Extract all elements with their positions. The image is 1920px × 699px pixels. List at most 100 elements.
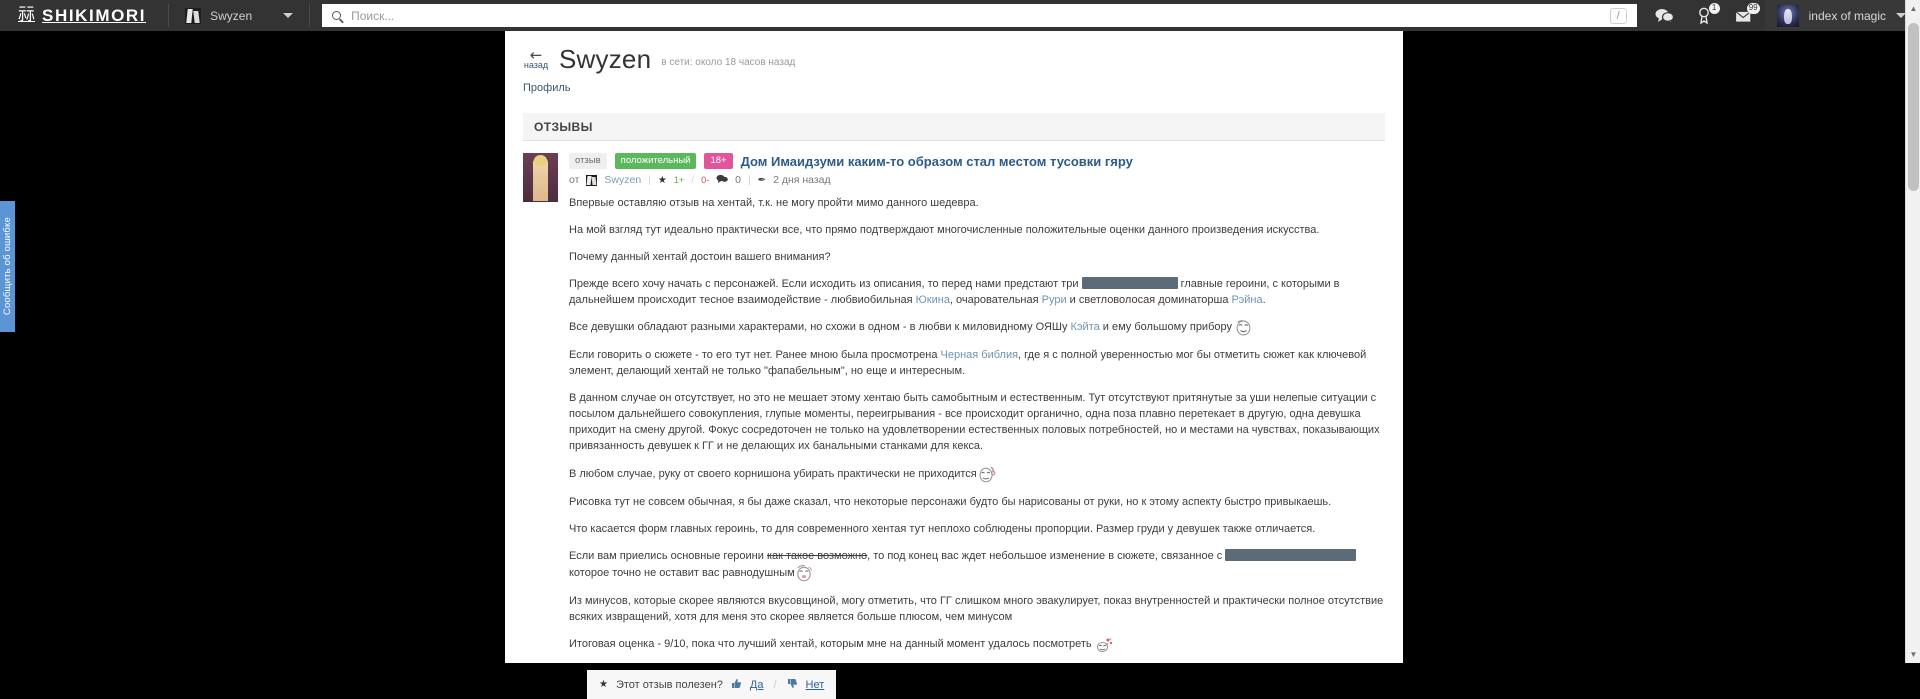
search-icon [332, 11, 342, 20]
messages-badge: 99 [1746, 3, 1760, 14]
blush-emoticon-icon [795, 564, 814, 582]
review-title-link[interactable]: Дом Имаидзуми каким-то образом стал мест… [741, 154, 1133, 169]
review-paragraph: На мой взгляд тут идеально практически в… [569, 224, 1320, 236]
divider: | [648, 174, 651, 186]
top-icon-group: 1 99 [1645, 0, 1765, 31]
comment-icon [716, 174, 728, 186]
profile-header: ← назад Swyzen в сети: около 18 часов на… [505, 31, 1403, 96]
text-fragment: Все девушки обладают разными характерами… [569, 321, 1071, 333]
search-input[interactable] [349, 7, 1602, 24]
character-link-yukina[interactable]: Юкина [916, 294, 950, 306]
tab-profile[interactable]: Профиль [523, 82, 571, 94]
divider [309, 4, 311, 27]
review-body: отзыв положительный 18+ Дом Имаидзуми ка… [569, 153, 1385, 699]
smiley-emoticon-icon [1235, 319, 1252, 336]
search-box[interactable]: / [322, 4, 1637, 27]
notifications-icon[interactable]: 1 [1685, 0, 1725, 31]
back-label: назад [523, 60, 549, 70]
review-paragraph-score: Итоговая оценка - 9/10, пока что лучший … [569, 636, 1385, 653]
user-menu-label: Swyzen [210, 8, 253, 23]
review-paragraph: Из минусов, которые скорее являются вкус… [569, 595, 1384, 623]
text-fragment: Итоговая оценка - 9/10, пока что лучший … [569, 638, 1092, 650]
account-name-label: index of magic [1808, 8, 1886, 23]
scrollbar-thumb[interactable] [1908, 23, 1919, 191]
avatar [1776, 4, 1799, 27]
helpful-yes-link[interactable]: Да [750, 679, 764, 691]
account-menu-button[interactable]: index of magic [1764, 0, 1920, 31]
review-paragraph: Рисовка тут не совсем обычная, я бы даже… [569, 496, 1332, 508]
review-paragraph: Почему данный хентай достоин вашего вним… [569, 251, 831, 263]
page-title: Swyzen [559, 44, 652, 74]
site-logo[interactable]: 祘 SHIKIMORI [0, 0, 168, 31]
page-scrollbar[interactable]: ▲ ▼ [1905, 0, 1920, 663]
top-navigation-bar: 祘 SHIKIMORI Swyzen / [0, 0, 1920, 31]
text-fragment: , очаровательная [949, 294, 1042, 306]
text-fragment: и ему большому прибору [1099, 321, 1236, 333]
chevron-down-icon [283, 13, 294, 18]
pen-icon: ✒ [757, 174, 767, 186]
text-fragment: Если говорить о сюжете - то его тут нет.… [569, 349, 941, 361]
review-item: отзыв положительный 18+ Дом Имаидзуми ка… [523, 153, 1385, 699]
helpful-no-link[interactable]: Нет [806, 679, 825, 691]
text-fragment: В любом случае, руку от своего корнишона… [569, 468, 977, 480]
review-paragraph-characters: Прежде всего хочу начать с персонажей. Е… [569, 276, 1385, 308]
site-logo-text: SHIKIMORI [42, 5, 147, 25]
search-hotkey-hint: / [1609, 7, 1627, 24]
page-body: Сообщить об ошибке ← назад Swyzen в сети… [0, 31, 1920, 699]
arrow-left-icon: ← [529, 46, 543, 64]
helpful-question: Этот отзыв полезен? [615, 678, 723, 691]
profile-title-row: ← назад Swyzen в сети: около 18 часов на… [523, 45, 1385, 73]
strikethrough-text: как такое возможно [766, 550, 868, 562]
thumbs-up-icon[interactable] [731, 678, 742, 691]
text-fragment: Прежде всего хочу начать с персонажей. Е… [569, 278, 1082, 290]
review-paragraph-keita: Все девушки обладают разными характерами… [569, 319, 1385, 336]
notifications-badge: 1 [1708, 3, 1720, 14]
messages-icon[interactable]: 99 [1725, 0, 1765, 31]
spoiler-block[interactable] [1225, 549, 1357, 561]
chat-icon[interactable] [1645, 0, 1685, 31]
review-meta: от Swyzen | ★ 1+ / 0- 0 | ✒ 2 дня назад [569, 174, 1385, 186]
votes-up: 1+ [673, 175, 685, 185]
main-content-column: ← назад Swyzen в сети: около 18 часов на… [505, 31, 1403, 699]
star-icon: ★ [657, 174, 667, 186]
report-bug-tab[interactable]: Сообщить об ошибке [0, 201, 15, 332]
review-paragraph-ending: Если вам приелись основные героини как т… [569, 548, 1385, 582]
online-status: в сети: около 18 часов назад [661, 57, 796, 68]
sweat-emoticon-icon [977, 465, 997, 483]
search-area: / [322, 0, 1637, 31]
report-bug-label: Сообщить об ошибке [2, 217, 13, 316]
shikimori-glyph-icon: 祘 [18, 5, 35, 25]
divider: / [773, 678, 777, 691]
review-paragraph: В данном случае он отсутствует, но это н… [569, 392, 1380, 452]
spoiler-block[interactable] [1081, 277, 1178, 289]
review-title-row: отзыв положительный 18+ Дом Имаидзуми ка… [569, 153, 1385, 169]
text-fragment: , то под конец вас ждет небольшое измене… [867, 550, 1226, 562]
thumbs-down-icon[interactable] [787, 678, 798, 691]
votes-slash: / [691, 174, 695, 186]
review-paragraph: Впервые оставляю отзыв на хентай, т.к. н… [569, 197, 979, 209]
badge-review-type: отзыв [569, 153, 607, 169]
character-link-keita[interactable]: Кэйта [1071, 321, 1100, 333]
author-avatar [586, 174, 598, 186]
party-emoticon-icon [1095, 637, 1113, 653]
anime-link-black-bible[interactable]: Черная библия [941, 349, 1019, 361]
author-link[interactable]: Swyzen [604, 174, 641, 186]
review-thumbnail[interactable] [523, 153, 558, 202]
scroll-up-arrow-icon[interactable]: ▲ [1906, 1, 1920, 16]
review-paragraph: Что касается форм главных героинь, то дл… [569, 523, 1316, 535]
badge-age-rating: 18+ [704, 153, 733, 169]
review-helpful-bar: ★ Этот отзыв полезен? Да / Нет [587, 670, 837, 699]
votes-down: 0- [701, 175, 710, 185]
review-text: Впервые оставляю отзыв на хентай, т.к. н… [569, 195, 1385, 653]
user-menu-button[interactable]: Swyzen [169, 0, 309, 31]
character-link-ruri[interactable]: Рури [1042, 294, 1067, 306]
back-button[interactable]: ← назад [523, 46, 549, 73]
scroll-down-arrow-icon[interactable]: ▼ [1906, 647, 1920, 662]
character-link-reina[interactable]: Рэйна [1232, 294, 1263, 306]
star-icon: ★ [599, 679, 608, 690]
comments-count: 0 [735, 174, 741, 186]
section-title-reviews: ОТЗЫВЫ [523, 113, 1385, 141]
text-fragment: . [1262, 294, 1266, 306]
user-avatar [185, 7, 202, 24]
profile-tabs: Профиль [523, 78, 1385, 96]
